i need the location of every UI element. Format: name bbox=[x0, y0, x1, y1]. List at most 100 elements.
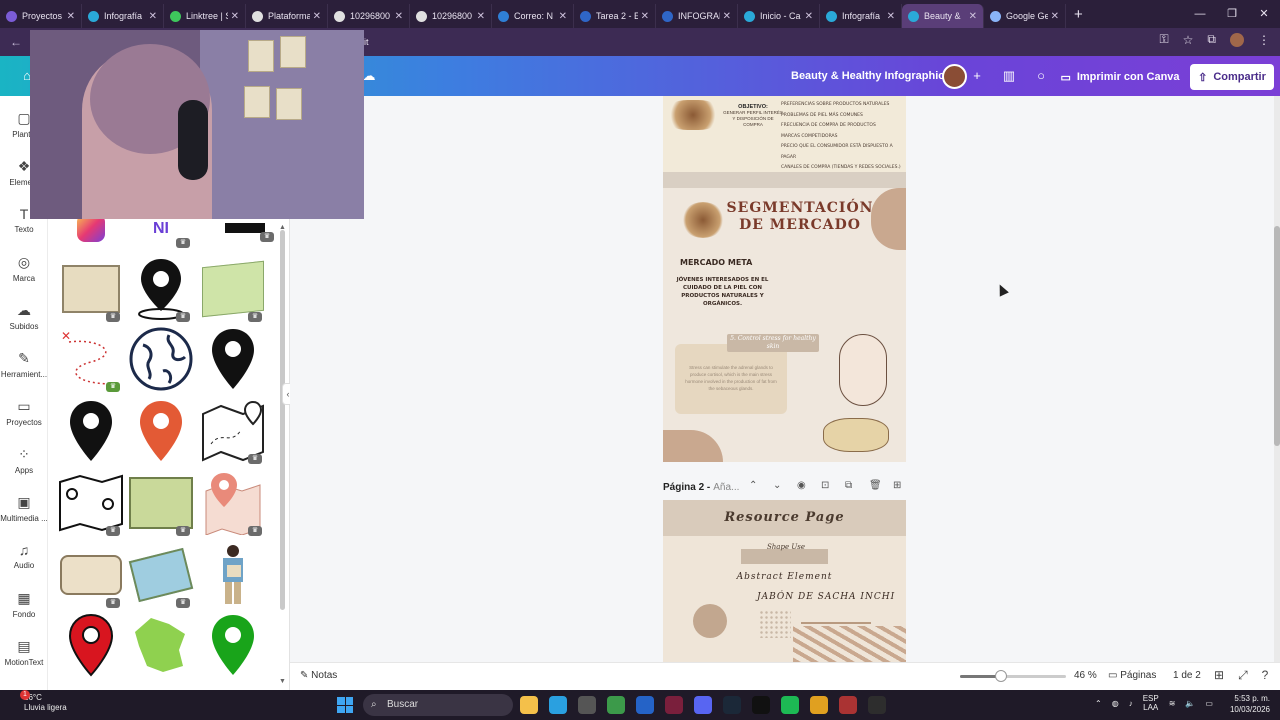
rail-item-apps[interactable]: ⁘ Apps bbox=[0, 446, 48, 475]
obs-icon[interactable] bbox=[868, 696, 886, 714]
rail-item-audio[interactable]: ♫ Audio bbox=[0, 542, 48, 570]
green-pin-element[interactable] bbox=[200, 612, 266, 678]
extensions-icon[interactable]: ⧉ bbox=[1207, 32, 1216, 47]
tab-close-icon[interactable]: ✕ bbox=[641, 11, 649, 22]
tab-close-icon[interactable]: ✕ bbox=[477, 11, 485, 22]
ink-splash-element[interactable]: ♛ bbox=[212, 222, 278, 242]
france-map-element[interactable] bbox=[128, 612, 194, 678]
store-icon[interactable] bbox=[578, 696, 596, 714]
resource-page-title[interactable]: Resource Page bbox=[663, 510, 906, 525]
notes-button[interactable]: ✎ Notas bbox=[300, 670, 337, 681]
outlook-icon[interactable] bbox=[636, 696, 654, 714]
microphone-icon[interactable]: ♪ bbox=[1129, 699, 1133, 708]
discord-icon[interactable] bbox=[694, 696, 712, 714]
page-2[interactable]: Resource Page Shape Use Abstract Element… bbox=[663, 500, 906, 662]
delete-trash-icon[interactable]: 🗑 bbox=[869, 480, 882, 491]
black-pin-element[interactable] bbox=[200, 326, 266, 392]
close-window-icon[interactable]: ✕ bbox=[1248, 0, 1280, 28]
hide-eye-icon[interactable]: ◉ bbox=[797, 480, 806, 491]
jabon-label[interactable]: JABÓN DE SACHA INCHI bbox=[757, 592, 897, 602]
location-pin-element[interactable]: ♛ bbox=[128, 256, 194, 322]
tiktok-icon[interactable] bbox=[752, 696, 770, 714]
tab-close-icon[interactable]: ✕ bbox=[887, 11, 895, 22]
tray-overflow-icon[interactable]: ⌃ bbox=[1095, 699, 1102, 708]
tray-app-icon[interactable]: ◍ bbox=[1112, 699, 1119, 708]
media-app-icon[interactable] bbox=[665, 696, 683, 714]
outline-map-pin-element[interactable]: ♛ bbox=[200, 398, 266, 464]
instagram-logo-element[interactable] bbox=[58, 214, 124, 242]
browser-tab[interactable]: Infografía ✕ bbox=[820, 4, 902, 28]
battery-icon[interactable]: ▭ bbox=[1205, 699, 1213, 708]
red-pin-element[interactable] bbox=[58, 612, 124, 678]
rail-item-tools[interactable]: ✎ Herramient... bbox=[0, 350, 48, 379]
chrome-active-icon[interactable] bbox=[810, 696, 828, 714]
black-pin-element-2[interactable] bbox=[58, 398, 124, 464]
target-market-text[interactable]: JÓVENES INTERESADOS EN EL CUIDADO DE LA … bbox=[675, 276, 770, 308]
spotify-icon[interactable] bbox=[781, 696, 799, 714]
browser-tab[interactable]: 10296800 ✕ bbox=[410, 4, 492, 28]
browser-tab[interactable]: Inicio - Ca ✕ bbox=[738, 4, 820, 28]
tab-close-icon[interactable]: ✕ bbox=[559, 11, 567, 22]
tab-close-icon[interactable]: ✕ bbox=[313, 11, 321, 22]
browser-profile-avatar[interactable] bbox=[1230, 32, 1244, 47]
tab-close-icon[interactable]: ✕ bbox=[149, 11, 157, 22]
browser-tab[interactable]: Linktree | S ✕ bbox=[164, 4, 246, 28]
taskbar-search[interactable]: ⌕ Buscar bbox=[363, 694, 513, 716]
world-map-element[interactable]: ♛ bbox=[128, 542, 194, 608]
zoom-slider[interactable] bbox=[960, 670, 1066, 682]
restore-icon[interactable]: ❐ bbox=[1216, 0, 1248, 28]
clock[interactable]: 5:53 p. m. 10/03/2026 bbox=[1226, 693, 1270, 715]
insights-chart-icon[interactable]: ▥ bbox=[1000, 67, 1018, 85]
page-title-input[interactable]: Aña... bbox=[713, 482, 739, 493]
windows-start-icon[interactable] bbox=[337, 697, 353, 713]
print-with-canva-button[interactable]: ▭ Imprimir con Canva bbox=[1058, 64, 1182, 90]
target-market-title[interactable]: MERCADO META bbox=[680, 258, 752, 267]
file-explorer-icon[interactable] bbox=[520, 696, 538, 714]
browser-tab[interactable]: Proyectos ✕ bbox=[0, 4, 82, 28]
globe-element[interactable] bbox=[128, 326, 194, 392]
green-map-element[interactable]: ♛ bbox=[200, 256, 266, 322]
tab-close-icon[interactable]: ✕ bbox=[723, 11, 731, 22]
minimize-icon[interactable]: — bbox=[1184, 0, 1216, 28]
browser-tab[interactable]: INFOGRAF✕ bbox=[656, 4, 738, 28]
language-indicator[interactable]: ESP LAA bbox=[1143, 694, 1159, 712]
tab-close-icon[interactable]: ✕ bbox=[231, 11, 239, 22]
zoom-value[interactable]: 46 % bbox=[1074, 670, 1097, 681]
url-text[interactable]: it bbox=[364, 32, 369, 52]
abstract-element-label[interactable]: Abstract Element bbox=[663, 572, 906, 582]
panel-scroll-down-icon[interactable]: ▼ bbox=[279, 678, 286, 685]
explorer-character-element[interactable] bbox=[200, 542, 266, 608]
lock-icon[interactable]: ⊡ bbox=[821, 480, 829, 491]
treasure-map-element[interactable]: ♛ bbox=[58, 256, 124, 322]
shape-use-label[interactable]: Shape Use bbox=[767, 543, 831, 553]
collaborator-avatar[interactable] bbox=[942, 64, 967, 89]
wifi-icon[interactable]: ≋ bbox=[1169, 699, 1176, 708]
password-key-icon[interactable]: ⚿ bbox=[1160, 32, 1169, 47]
panel-scrollbar[interactable] bbox=[280, 230, 285, 610]
folded-map-element[interactable]: ♛ bbox=[58, 470, 124, 536]
pages-button[interactable]: ▭ Páginas bbox=[1108, 670, 1156, 681]
chrome-icon[interactable] bbox=[607, 696, 625, 714]
tab-close-icon[interactable]: ✕ bbox=[67, 11, 75, 22]
browser-menu-icon[interactable]: ⋮ bbox=[1258, 33, 1270, 47]
rail-item-background[interactable]: ▦ Fondo bbox=[0, 590, 48, 619]
comment-icon[interactable]: ○ bbox=[1032, 67, 1050, 85]
rail-item-brand[interactable]: ◎ Marca bbox=[0, 254, 48, 283]
share-button[interactable]: ⇧ Compartir bbox=[1190, 64, 1274, 90]
terrain-map-element[interactable]: ♛ bbox=[128, 470, 194, 536]
chevron-down-icon[interactable]: ⌄ bbox=[773, 480, 781, 491]
segmentation-title[interactable]: SEGMENTACIÓN DE MERCADO bbox=[725, 200, 875, 234]
tab-close-icon[interactable]: ✕ bbox=[395, 11, 403, 22]
fullscreen-icon[interactable]: ⤢ bbox=[1238, 668, 1248, 683]
rail-item-multimedia[interactable]: ▣ Multimedia ... bbox=[0, 494, 48, 523]
stress-paragraph[interactable]: Stress can stimulate the adrenal glands … bbox=[675, 344, 787, 414]
new-tab-icon[interactable]: + bbox=[1074, 6, 1083, 23]
zoom-slider-handle[interactable] bbox=[995, 670, 1007, 682]
tab-close-icon[interactable]: ✕ bbox=[969, 11, 977, 22]
browser-tab[interactable]: Plataforma ✕ bbox=[246, 4, 328, 28]
steam-icon[interactable] bbox=[723, 696, 741, 714]
orange-pin-element[interactable] bbox=[128, 398, 194, 464]
rail-item-folder[interactable]: ▭ Proyectos bbox=[0, 398, 48, 427]
panel-scroll-up-icon[interactable]: ▲ bbox=[279, 224, 286, 231]
stress-heading[interactable]: 5. Control stress for healthy skin bbox=[727, 334, 819, 352]
